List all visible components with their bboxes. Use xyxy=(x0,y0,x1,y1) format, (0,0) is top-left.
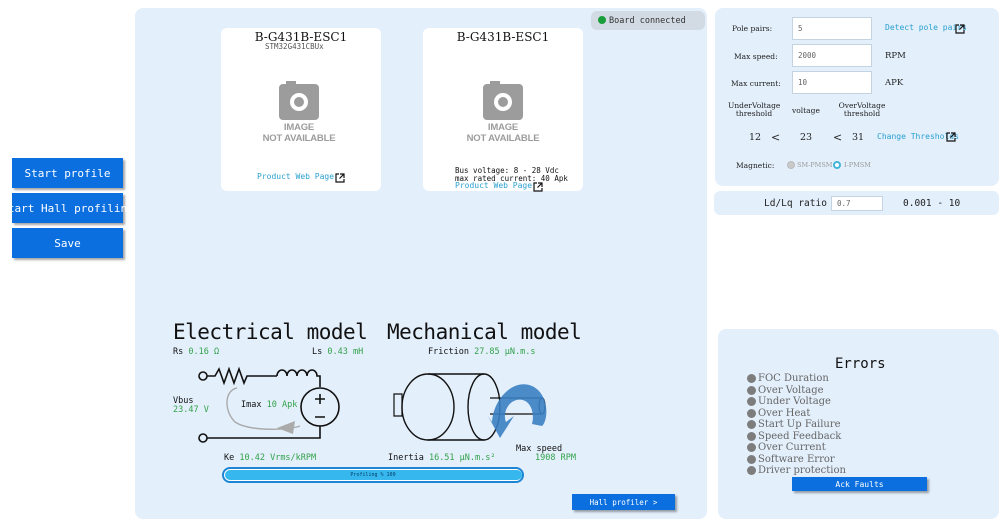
chevron-left-icon[interactable]: < xyxy=(771,131,780,144)
card-subtitle: STM32G431CBUx xyxy=(265,42,324,51)
fault-indicator-icon xyxy=(747,443,756,452)
fault-label: FOC Duration xyxy=(758,373,829,384)
friction-readout: Friction 27.85 μN.m.s xyxy=(428,347,536,357)
fault-label: Over Voltage xyxy=(758,384,824,396)
start-profile-button[interactable]: Start profile xyxy=(12,158,123,188)
fault-item: Over Current xyxy=(747,442,826,453)
fault-item: Over Heat xyxy=(747,408,810,419)
overvoltage-header: OverVoltage threshold xyxy=(838,101,886,118)
ldlq-range: 0.001 - 10 xyxy=(903,198,961,209)
ls-readout: Ls 0.43 mH xyxy=(312,347,364,357)
max-current-label: Max current: xyxy=(731,79,781,88)
fault-item: FOC Duration xyxy=(747,373,829,384)
motor-shaft-diagram xyxy=(393,373,547,441)
chevron-left-icon[interactable]: < xyxy=(833,131,842,144)
profiling-progress-bar: Profiling % 100 xyxy=(222,467,524,483)
fault-indicator-icon xyxy=(747,420,756,429)
undervoltage-value: 12 xyxy=(749,132,762,143)
fault-item: Speed Feedback xyxy=(747,431,841,442)
inertia-readout: Inertia 16.51 μN.m.s² xyxy=(388,453,496,463)
mechanical-model-title: Mechanical model xyxy=(387,320,582,344)
fault-indicator-icon xyxy=(747,374,756,383)
status-led-icon xyxy=(598,16,606,24)
ldlq-input[interactable]: 0.7 xyxy=(831,196,883,211)
undervoltage-header: UnderVoltage threshold xyxy=(728,101,781,118)
voltage-value: 23 xyxy=(800,132,813,143)
status-text: Board connected xyxy=(609,15,686,26)
product-web-page-link[interactable]: Product Web Page xyxy=(257,172,334,181)
fault-indicator-icon xyxy=(747,397,756,406)
max-speed-unit: RPM xyxy=(885,51,906,61)
image-unavailable-icon: IMAGE NOT AVAILABLE xyxy=(259,80,339,150)
fault-item: Under Voltage xyxy=(747,396,831,407)
max-current-input[interactable]: 10 xyxy=(792,71,872,94)
start-hall-profiling-button[interactable]: Start Hall profiling xyxy=(1,193,134,223)
radio-sm-pmsm[interactable] xyxy=(787,161,795,169)
max-speed-param-label: Max speed: xyxy=(734,52,778,61)
board-status-badge: Board connected xyxy=(591,11,705,30)
product-web-page-link[interactable]: Product Web Page xyxy=(455,181,532,190)
ldlq-label: Ld/Lq ratio xyxy=(764,198,827,209)
fault-indicator-icon xyxy=(747,408,756,418)
pole-pairs-label: Pole pairs: xyxy=(732,24,773,33)
fault-label: Driver protection xyxy=(758,465,846,476)
fault-indicator-icon xyxy=(747,454,756,464)
progress-label: Profiling % 100 xyxy=(350,472,396,478)
external-link-icon[interactable] xyxy=(533,182,543,192)
rs-readout: Rs 0.16 Ω xyxy=(173,347,220,357)
fault-item: Start Up Failure xyxy=(747,419,841,430)
magnetic-label: Magnetic: xyxy=(736,161,775,170)
board-card-2: B-G431B-ESC1 IMAGE NOT AVAILABLE Bus volt… xyxy=(423,28,583,192)
fault-item: Software Error xyxy=(747,454,835,465)
i-pmsm-label: I-PMSM xyxy=(844,161,871,169)
external-link-icon[interactable] xyxy=(335,173,345,183)
overvoltage-value: 31 xyxy=(852,132,865,143)
hall-profiler-button[interactable]: Hall profiler > xyxy=(572,494,675,510)
pole-pairs-input[interactable]: 5 xyxy=(792,17,872,40)
ke-readout: Ke 10.42 Vrms/kRPM xyxy=(224,453,317,463)
max-current-unit: APK xyxy=(885,78,904,88)
max-speed-input[interactable]: 2000 xyxy=(792,44,872,67)
image-unavailable-icon: IMAGE NOT AVAILABLE xyxy=(463,80,543,150)
sm-pmsm-label: SM-PMSM xyxy=(797,161,833,169)
ack-faults-button[interactable]: Ack Faults xyxy=(792,477,927,491)
external-link-icon[interactable] xyxy=(955,24,965,34)
max-speed-value: 1908 RPM xyxy=(535,453,576,463)
fault-label: Start Up Failure xyxy=(758,419,841,430)
fault-label: Software Error xyxy=(758,453,835,465)
errors-title: Errors xyxy=(835,356,886,372)
fault-item: Driver protection xyxy=(747,465,846,476)
external-link-icon[interactable] xyxy=(946,132,956,142)
fault-indicator-icon xyxy=(747,466,756,475)
save-button[interactable]: Save xyxy=(12,228,123,258)
fault-label: Over Current xyxy=(758,442,826,453)
fault-label: Over Heat xyxy=(758,407,811,419)
board-card-1: B-G431B-ESC1 STM32G431CBUx IMAGE NOT AVAI… xyxy=(221,28,381,191)
electrical-model-title: Electrical model xyxy=(173,320,368,344)
fault-indicator-icon xyxy=(747,385,756,395)
fault-label: Under Voltage xyxy=(758,396,831,407)
card-title: B-G431B-ESC1 xyxy=(456,30,550,44)
radio-i-pmsm[interactable] xyxy=(833,161,841,169)
fault-indicator-icon xyxy=(747,431,756,441)
fault-item: Over Voltage xyxy=(747,385,824,396)
voltage-header: voltage xyxy=(792,106,820,115)
fault-label: Speed Feedback xyxy=(758,430,842,442)
motor-circuit-diagram xyxy=(198,366,340,443)
